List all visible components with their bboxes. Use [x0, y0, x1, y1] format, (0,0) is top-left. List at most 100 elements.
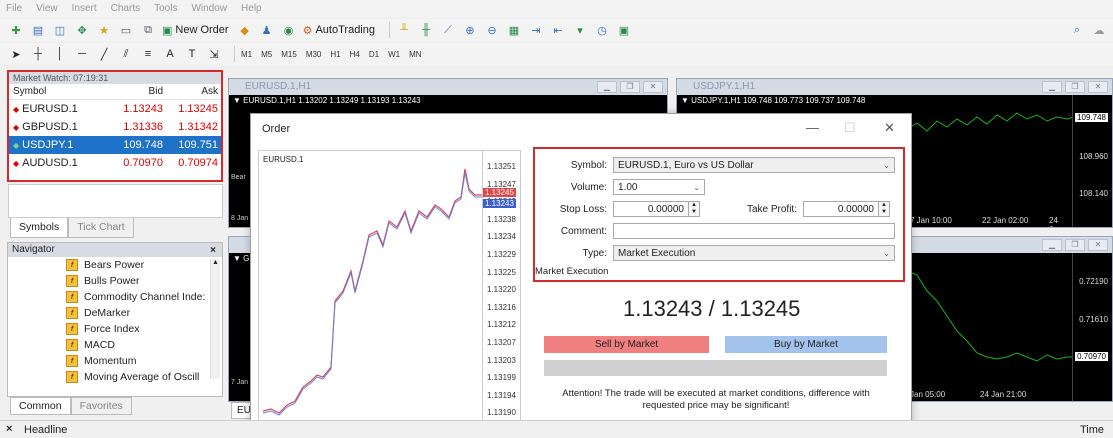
periods-icon[interactable]: ◷: [594, 22, 610, 38]
sell-by-market-button[interactable]: Sell by Market: [544, 336, 709, 353]
profiles-icon[interactable]: ▤: [30, 22, 46, 38]
time-column[interactable]: Time: [1080, 424, 1104, 436]
navigator-item[interactable]: f Bears Power: [8, 257, 212, 273]
timeframe-button[interactable]: M5: [261, 50, 272, 59]
navigator-item[interactable]: f Force Index: [8, 321, 212, 337]
menu-item[interactable]: Help: [241, 3, 262, 14]
tab-symbols[interactable]: Symbols: [10, 218, 69, 238]
navigator-item[interactable]: f Commodity Channel Inde:: [8, 289, 212, 305]
timeframe-button[interactable]: M30: [306, 50, 322, 59]
arrows-icon[interactable]: ⇲: [206, 46, 222, 62]
stop-loss-input[interactable]: 0.00000: [613, 201, 689, 217]
vertical-line-icon[interactable]: │: [52, 46, 68, 62]
autoscroll-icon[interactable]: ⇤: [550, 22, 566, 38]
cursor-icon[interactable]: ➤: [8, 46, 24, 62]
trendline-icon[interactable]: ╱: [96, 46, 112, 62]
navigator-list: f Bears Power f Bulls Power f Commodity Chann…: [8, 257, 222, 385]
minimize-icon[interactable]: ▁: [1042, 81, 1062, 93]
terminal-icon[interactable]: ▭: [118, 22, 134, 38]
crosshair-icon[interactable]: ┼: [30, 46, 46, 62]
new-order-button[interactable]: ▣ New Order: [162, 24, 229, 37]
menu-item[interactable]: Insert: [72, 3, 97, 14]
stop-loss-spinner[interactable]: ▲ ▼: [689, 201, 700, 217]
horizontal-line-icon[interactable]: ─: [74, 46, 90, 62]
bid-column-header[interactable]: Bid: [109, 86, 167, 97]
templates-icon[interactable]: ▣: [616, 22, 632, 38]
navigator-item[interactable]: f DeMarker: [8, 305, 212, 321]
symbol-cell: ◆ GBPUSD.1: [9, 121, 109, 133]
text-label-icon[interactable]: T: [184, 46, 200, 62]
volume-input[interactable]: 1.00 ⌄: [613, 179, 705, 195]
search-icon[interactable]: ⌕: [1069, 22, 1085, 38]
comment-input[interactable]: [613, 223, 895, 239]
menu-item[interactable]: File: [6, 3, 22, 14]
tile-windows-icon[interactable]: ▦: [506, 22, 522, 38]
navigator-item[interactable]: f Momentum: [8, 353, 212, 369]
close-icon[interactable]: ×: [210, 244, 216, 258]
close-icon[interactable]: ✕: [643, 81, 663, 93]
autotrading-button[interactable]: ⚙ AutoTrading: [303, 24, 375, 37]
minimize-icon[interactable]: ▁: [1042, 239, 1062, 251]
market-watch-row[interactable]: ◆ EURUSD.1 1.13243 1.13245: [9, 100, 221, 118]
community-icon[interactable]: ☁: [1091, 22, 1107, 38]
close-icon[interactable]: ×: [6, 423, 12, 435]
tab-favorites[interactable]: Favorites: [70, 397, 132, 415]
navigator-item[interactable]: f Moving Average of Oscill: [8, 369, 212, 385]
market-watch-row[interactable]: ◆ GBPUSD.1 1.31336 1.31342: [9, 118, 221, 136]
symbol-column-header[interactable]: Symbol: [9, 86, 109, 97]
take-profit-spinner[interactable]: ▲ ▼: [879, 201, 890, 217]
candlestick-icon[interactable]: ╫: [418, 22, 434, 38]
ask-column-header[interactable]: Ask: [167, 86, 221, 97]
line-chart-icon[interactable]: ⟋: [440, 22, 456, 38]
metaeditor-icon[interactable]: ◆: [237, 22, 253, 38]
equidistant-channel-icon[interactable]: ⫽: [118, 46, 134, 62]
menu-item[interactable]: Tools: [154, 3, 177, 14]
maximize-icon[interactable]: ☐: [844, 120, 856, 136]
tab-tick-chart[interactable]: Tick Chart: [68, 218, 134, 238]
take-profit-input[interactable]: 0.00000: [803, 201, 879, 217]
zoom-in-icon[interactable]: ⊕: [462, 22, 478, 38]
minimize-icon[interactable]: —: [806, 120, 819, 135]
signals-icon[interactable]: ♟: [259, 22, 275, 38]
tab-common[interactable]: Common: [10, 397, 71, 415]
buy-by-market-button[interactable]: Buy by Market: [725, 336, 887, 353]
market-icon[interactable]: ◉: [281, 22, 297, 38]
navigator-item[interactable]: f Bulls Power: [8, 273, 212, 289]
volume-label: Volume:: [570, 181, 607, 193]
restore-icon[interactable]: ❐: [620, 81, 640, 93]
new-chart-icon[interactable]: ✚: [8, 22, 24, 38]
menu-item[interactable]: View: [36, 3, 58, 14]
data-window-icon[interactable]: ✥: [74, 22, 90, 38]
market-watch-icon[interactable]: ◫: [52, 22, 68, 38]
restore-icon[interactable]: ❐: [1065, 81, 1085, 93]
bar-chart-icon[interactable]: ╨: [396, 22, 412, 38]
market-watch-row[interactable]: ◆ AUDUSD.1 0.70970 0.70974: [9, 154, 221, 172]
navigator-icon[interactable]: ★: [96, 22, 112, 38]
close-icon[interactable]: ✕: [884, 120, 895, 136]
close-icon[interactable]: ✕: [1088, 239, 1108, 251]
indicators-icon[interactable]: ▾: [572, 22, 588, 38]
market-watch-row-selected[interactable]: ◆ USDJPY.1 109.748 109.751: [9, 136, 221, 154]
timeframe-button[interactable]: W1: [388, 50, 400, 59]
close-icon[interactable]: ✕: [1088, 81, 1108, 93]
fibonacci-icon[interactable]: ≡: [140, 46, 156, 62]
menu-item[interactable]: Charts: [111, 3, 140, 14]
text-icon[interactable]: A: [162, 46, 178, 62]
type-select[interactable]: Market Execution ⌄: [613, 245, 895, 261]
minimize-icon[interactable]: ▁: [597, 81, 617, 93]
restore-icon[interactable]: ❐: [1065, 239, 1085, 251]
symbol-select[interactable]: EURUSD.1, Euro vs US Dollar ⌄: [613, 157, 895, 173]
tester-icon[interactable]: ⧉: [140, 22, 156, 38]
timeframe-button[interactable]: H1: [330, 50, 340, 59]
timeframe-button[interactable]: MN: [409, 50, 421, 59]
zoom-out-icon[interactable]: ⊖: [484, 22, 500, 38]
chart-shift-icon[interactable]: ⇥: [528, 22, 544, 38]
timeframe-button[interactable]: M1: [241, 50, 252, 59]
timeframe-button[interactable]: M15: [281, 50, 297, 59]
timeframe-button[interactable]: H4: [350, 50, 360, 59]
navigator-item[interactable]: f MACD: [8, 337, 212, 353]
timeframe-button[interactable]: D1: [369, 50, 379, 59]
menu-item[interactable]: Window: [191, 3, 227, 14]
navigator-scrollbar[interactable]: ▲: [210, 259, 220, 379]
headline-column[interactable]: Headline: [24, 424, 67, 436]
